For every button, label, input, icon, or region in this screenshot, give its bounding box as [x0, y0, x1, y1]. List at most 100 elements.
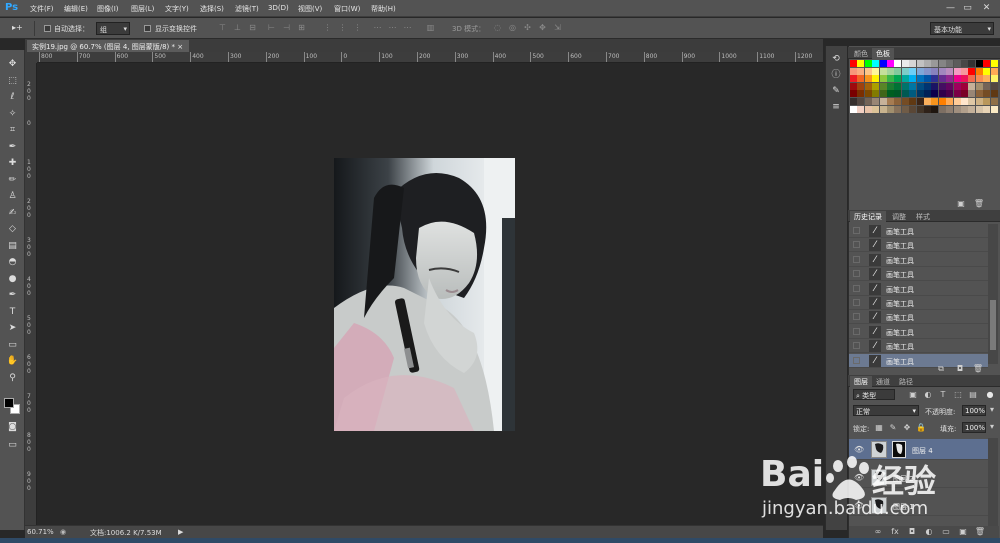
color-swatch[interactable] [857, 82, 865, 90]
3d-transform-icon[interactable]: ◎ [507, 22, 518, 33]
opacity-slider-arrow-icon[interactable]: ▾ [986, 405, 998, 415]
tab-layers[interactable]: 图层 [850, 376, 872, 387]
color-swatch[interactable] [864, 75, 872, 83]
color-swatch[interactable] [864, 90, 872, 98]
menu-item[interactable]: 文字(Y) [165, 4, 189, 14]
color-swatch[interactable] [901, 90, 909, 98]
color-swatch[interactable] [864, 60, 872, 67]
color-swatch[interactable] [953, 75, 961, 83]
tab-color[interactable]: 颜色 [850, 48, 872, 59]
color-swatch[interactable] [850, 90, 857, 98]
color-swatch[interactable] [916, 60, 924, 67]
color-swatch[interactable] [946, 75, 954, 83]
align-distribute-icon[interactable]: ⊥ [232, 22, 243, 33]
pixel-filter-icon[interactable]: ▣ [907, 390, 919, 400]
zoom-level[interactable]: 60.71% [27, 528, 54, 536]
history-icon[interactable]: ⟲ [828, 52, 844, 66]
color-swatch[interactable] [983, 105, 991, 113]
quick-select-tool-icon[interactable]: ✧ [3, 107, 22, 121]
3d-transform-icon[interactable]: ✣ [522, 22, 533, 33]
color-swatch[interactable] [924, 98, 931, 105]
type-filter-icon[interactable]: T [937, 390, 949, 400]
color-swatch[interactable] [864, 82, 872, 90]
close-window-button[interactable]: ✕ [980, 2, 993, 14]
screen-mode-icon[interactable]: ▭ [3, 438, 22, 452]
3d-transform-icon[interactable]: ⇲ [552, 22, 563, 33]
history-source-checkbox[interactable] [853, 227, 860, 234]
align-distribute-icon[interactable]: ⊣ [281, 22, 292, 33]
history-brush-tool-icon[interactable]: ✍ [3, 206, 22, 220]
lasso-tool-icon[interactable]: ℓ [3, 90, 22, 104]
color-swatch[interactable] [879, 82, 887, 90]
color-swatch[interactable] [968, 75, 976, 83]
color-swatch[interactable] [931, 75, 939, 83]
brush-tool-icon[interactable]: ✏ [3, 173, 22, 187]
color-swatch[interactable] [990, 105, 998, 113]
color-swatch[interactable] [975, 90, 983, 98]
color-swatch[interactable] [968, 82, 976, 90]
color-swatch[interactable] [901, 67, 909, 75]
color-swatch[interactable] [894, 75, 902, 83]
color-swatch[interactable] [946, 60, 954, 67]
color-swatch[interactable] [864, 67, 872, 75]
color-swatch[interactable] [938, 75, 946, 83]
fill-slider-arrow-icon[interactable]: ▾ [986, 422, 998, 432]
tab-swatches[interactable]: 色板 [872, 48, 894, 59]
color-swatch[interactable] [953, 82, 961, 90]
link-layers-icon[interactable]: ∞ [872, 527, 884, 537]
color-swatch[interactable] [961, 90, 968, 98]
align-distribute-icon[interactable]: ⊤ [217, 22, 228, 33]
history-item[interactable]: ⁄ 画笔工具 [849, 310, 988, 325]
color-swatch[interactable] [938, 67, 946, 75]
menu-item[interactable]: 选择(S) [200, 4, 224, 14]
add-mask-icon[interactable]: ◘ [906, 527, 918, 537]
color-swatch[interactable] [931, 82, 939, 90]
color-swatch[interactable] [990, 60, 998, 67]
color-swatch[interactable] [857, 67, 865, 75]
color-swatch[interactable] [938, 60, 946, 67]
lock-position-icon[interactable]: ✥ [901, 423, 913, 433]
move-tool-icon[interactable]: ✥ [3, 57, 22, 71]
blur-tool-icon[interactable]: ◓ [3, 255, 22, 269]
color-swatch[interactable] [975, 75, 983, 83]
dodge-tool-icon[interactable]: ● [3, 272, 22, 286]
history-source-checkbox[interactable] [853, 342, 860, 350]
history-source-checkbox[interactable] [853, 241, 860, 249]
align-distribute-icon[interactable]: ⋮ [322, 22, 333, 33]
color-swatch[interactable] [894, 82, 902, 90]
hand-tool-icon[interactable]: ✋ [3, 354, 22, 368]
color-swatch[interactable] [938, 98, 946, 105]
color-swatch[interactable] [961, 82, 968, 90]
color-swatch[interactable] [961, 105, 968, 113]
color-swatch[interactable] [909, 67, 917, 75]
color-swatch[interactable] [909, 90, 917, 98]
color-swatch[interactable] [872, 75, 880, 83]
color-swatch[interactable] [872, 60, 880, 67]
path-select-tool-icon[interactable]: ➤ [3, 321, 22, 335]
stamp-tool-icon[interactable]: ♙ [3, 189, 22, 203]
history-item[interactable]: ⁄ 画笔工具 [849, 238, 988, 253]
tab-paths[interactable]: 路径 [895, 376, 917, 387]
history-item[interactable]: ⁄ 画笔工具 [849, 353, 988, 368]
color-swatch[interactable] [872, 98, 880, 105]
eyedropper-tool-icon[interactable]: ✒ [3, 140, 22, 154]
maximize-button[interactable]: ▭ [961, 2, 974, 14]
align-distribute-icon[interactable]: ⊞ [296, 22, 307, 33]
menu-item[interactable]: 3D(D) [268, 4, 289, 12]
new-layer-icon[interactable]: ▣ [957, 527, 969, 537]
color-swatch[interactable] [983, 90, 991, 98]
color-swatch[interactable] [990, 75, 998, 83]
color-swatch[interactable] [961, 75, 968, 83]
color-swatch[interactable] [961, 60, 968, 67]
color-swatch[interactable] [887, 90, 894, 98]
menu-item[interactable]: 文件(F) [30, 4, 54, 14]
color-swatch[interactable] [850, 67, 857, 75]
adjustment-layer-icon[interactable]: ◐ [923, 527, 935, 537]
align-distribute-icon[interactable]: ⋮ [337, 22, 348, 33]
color-swatch[interactable] [968, 90, 976, 98]
color-swatch[interactable] [983, 60, 991, 67]
color-swatch[interactable] [857, 60, 865, 67]
align-distribute-icon[interactable]: ⊟ [247, 22, 258, 33]
pen-tool-icon[interactable]: ✒ [3, 288, 22, 302]
color-swatch[interactable] [850, 75, 857, 83]
